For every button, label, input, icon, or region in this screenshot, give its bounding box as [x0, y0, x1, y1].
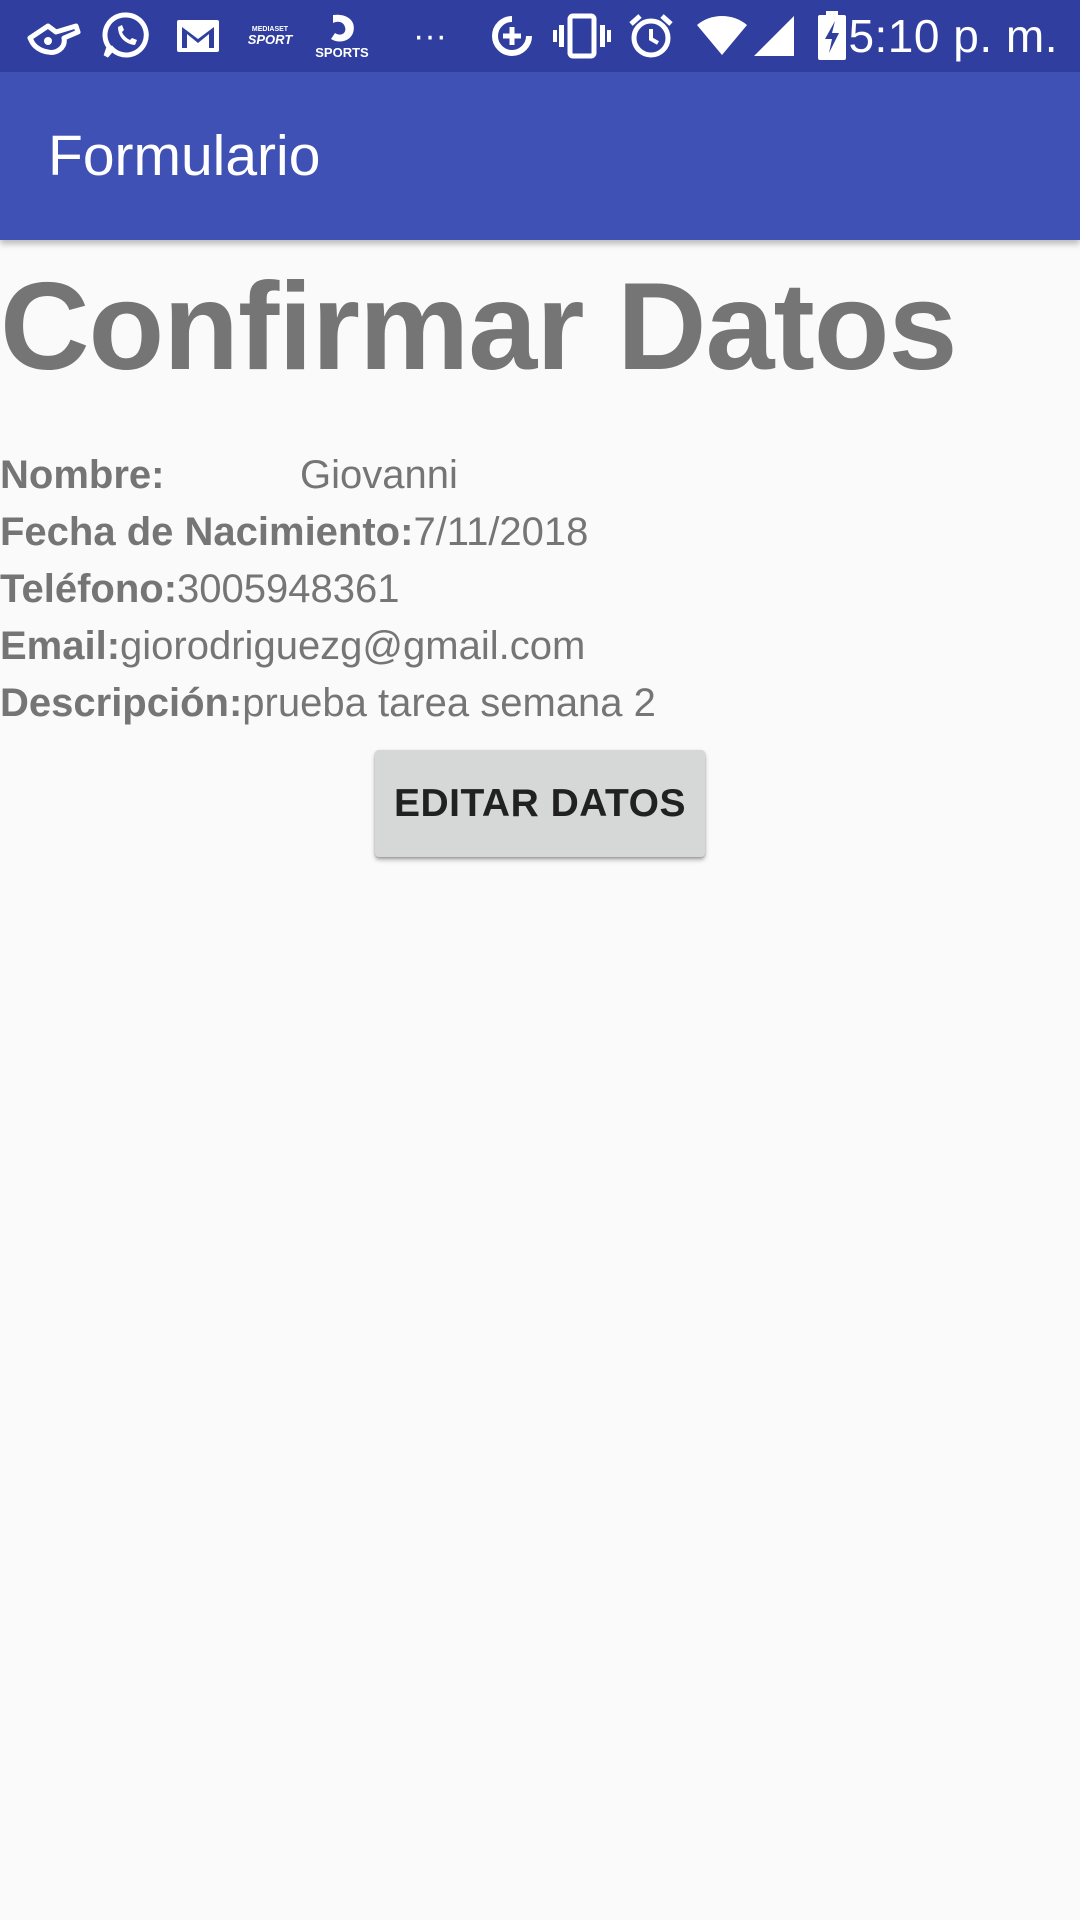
mediaset-sport-icon: MEDIASET SPORT: [247, 26, 293, 47]
field-row-telefono: Teléfono:3005948361: [0, 561, 1080, 618]
field-label-nombre: Nombre:: [0, 453, 165, 497]
field-value-nombre: Giovanni: [300, 453, 458, 497]
field-value-email: giorodriguezg@gmail.com: [120, 624, 586, 668]
whistle-icon: [24, 10, 84, 62]
more-notifications-icon: ···: [413, 16, 447, 55]
field-value-fecha-nacimiento: 7/11/2018: [413, 510, 589, 554]
gmail-icon: [174, 10, 222, 62]
field-row-descripcion: Descripción:prueba tarea semana 2: [0, 675, 1080, 732]
edit-data-button[interactable]: EDITAR DATOS: [375, 750, 705, 857]
whatsapp-icon: [100, 10, 152, 62]
field-row-fecha-nacimiento: Fecha de Nacimiento:7/11/2018: [0, 504, 1080, 561]
field-label-telefono: Teléfono:: [0, 567, 178, 611]
app-bar: Formulario: [0, 72, 1080, 240]
signal-icon: [750, 10, 798, 62]
field-value-telefono: 3005948361: [177, 567, 400, 611]
battery-charging-icon: [814, 10, 850, 62]
confirmation-fields: Nombre: Giovanni Fecha de Nacimiento:7/11…: [0, 447, 1080, 732]
field-label-fecha-nacimiento: Fecha de Nacimiento:: [0, 510, 414, 554]
screen: MEDIASET SPORT SPORTS ··· 5:10 p. m. For…: [0, 0, 1080, 1920]
app-title: Formulario: [48, 124, 321, 188]
alarm-icon: [626, 10, 676, 62]
status-time: 5:10 p. m.: [848, 10, 1058, 62]
sports-app-icon: SPORTS: [312, 10, 372, 62]
wifi-icon: [694, 10, 750, 62]
page-title: Confirmar Datos: [0, 258, 957, 396]
status-bar: MEDIASET SPORT SPORTS ··· 5:10 p. m.: [0, 0, 1080, 72]
data-saver-icon: [486, 10, 538, 62]
field-label-email: Email:: [0, 624, 121, 668]
field-row-email: Email:giorodriguezg@gmail.com: [0, 618, 1080, 675]
field-row-nombre: Nombre: Giovanni: [0, 447, 1080, 504]
field-label-descripcion: Descripción:: [0, 681, 243, 725]
vibrate-icon: [552, 10, 612, 62]
field-value-descripcion: prueba tarea semana 2: [242, 681, 656, 725]
